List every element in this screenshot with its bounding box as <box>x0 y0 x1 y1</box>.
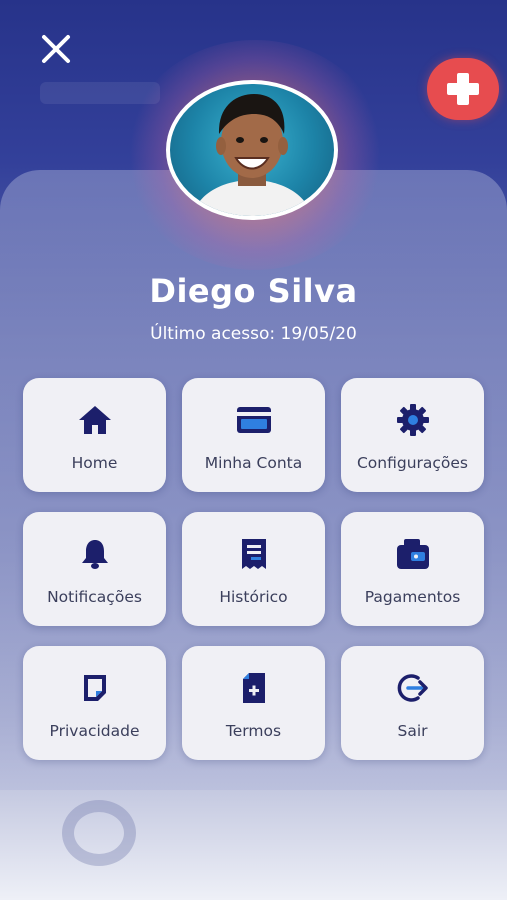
menu-item-pagamentos[interactable]: Pagamentos <box>341 512 484 626</box>
menu-item-label: Pagamentos <box>364 588 461 606</box>
menu-item-label: Configurações <box>356 454 469 472</box>
menu-item-label: Home <box>71 454 118 472</box>
plus-icon <box>447 73 479 105</box>
menu-item-label: Sair <box>397 722 428 740</box>
home-icon <box>78 406 111 434</box>
background-ring <box>62 800 136 866</box>
menu-item-notificacoes[interactable]: Notificações <box>23 512 166 626</box>
menu-item-home[interactable]: Home <box>23 378 166 492</box>
document-plus-icon <box>242 673 265 703</box>
user-name: Diego Silva <box>149 272 358 310</box>
menu-item-label: Minha Conta <box>204 454 303 472</box>
wallet-icon <box>396 539 429 569</box>
bell-icon <box>81 540 108 569</box>
gear-icon <box>396 404 429 436</box>
add-button[interactable] <box>427 58 499 120</box>
profile-photo <box>192 94 312 216</box>
close-button[interactable] <box>35 28 77 70</box>
menu-item-historico[interactable]: Histórico <box>182 512 325 626</box>
menu-item-label: Histórico <box>219 588 288 606</box>
card-icon <box>236 407 271 433</box>
menu-item-termos[interactable]: Termos <box>182 646 325 760</box>
receipt-icon <box>241 539 266 569</box>
note-icon <box>83 675 106 701</box>
logout-icon <box>397 674 428 702</box>
menu-item-label: Privacidade <box>49 722 140 740</box>
last-access-text: Último acesso: 19/05/20 <box>150 324 357 344</box>
menu-grid: Home Minha Conta Configurações Notificaç… <box>23 378 485 760</box>
menu-item-configuracoes[interactable]: Configurações <box>341 378 484 492</box>
menu-item-label: Termos <box>225 722 282 740</box>
menu-item-privacidade[interactable]: Privacidade <box>23 646 166 760</box>
menu-item-label: Notificações <box>47 588 142 606</box>
menu-item-sair[interactable]: Sair <box>341 646 484 760</box>
menu-item-minha-conta[interactable]: Minha Conta <box>182 378 325 492</box>
close-icon <box>42 35 70 63</box>
avatar[interactable] <box>166 80 338 220</box>
